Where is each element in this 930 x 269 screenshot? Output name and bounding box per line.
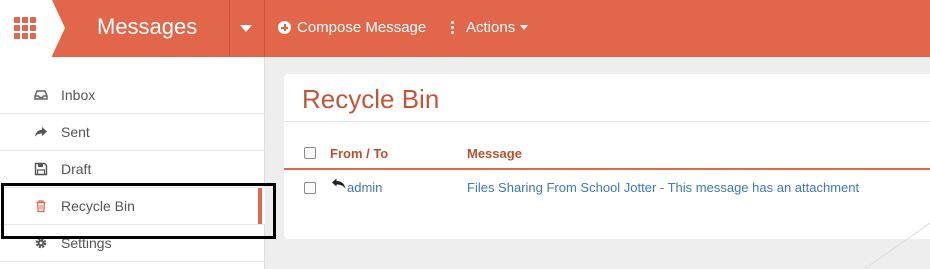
table-row[interactable]: admin Files Sharing From School Jotter -… [284, 174, 930, 202]
compose-message-button[interactable]: Compose Message [278, 19, 426, 36]
column-header-from-to[interactable]: From / To [330, 146, 388, 161]
app-launcher-button[interactable] [0, 0, 52, 57]
selection-highlight [1, 183, 276, 239]
column-header-message[interactable]: Message [467, 146, 522, 161]
sidebar-item-inbox[interactable]: Inbox [0, 77, 265, 114]
launcher-arrow [52, 0, 65, 56]
divider [284, 121, 930, 122]
sidebar-item-label: Draft [61, 161, 92, 177]
app-title: Messages [97, 14, 198, 39]
actions-dropdown-button[interactable]: Actions [451, 19, 529, 36]
reply-icon [332, 178, 346, 189]
sidebar-item-sent[interactable]: Sent [0, 114, 265, 151]
top-navbar: Messages Compose Message Actions [0, 0, 930, 57]
compose-label: Compose Message [297, 19, 427, 36]
messages-panel: Recycle Bin From / To Message admin File… [284, 74, 930, 239]
message-subject-link[interactable]: Files Sharing From School Jotter - This … [467, 180, 859, 195]
sidebar-item-label: Sent [61, 124, 90, 140]
plus-circle-icon [278, 21, 291, 34]
caret-down-icon [240, 25, 252, 32]
divider [264, 0, 265, 57]
message-sender-link[interactable]: admin [347, 180, 382, 195]
ellipsis-vertical-icon [451, 21, 455, 34]
share-icon [35, 127, 47, 137]
select-all-checkbox[interactable] [304, 147, 316, 159]
sidebar-item-label: Inbox [61, 87, 96, 103]
actions-label: Actions [466, 19, 516, 36]
app-menu-dropdown-button[interactable] [229, 0, 264, 57]
row-checkbox[interactable] [304, 182, 316, 194]
inbox-icon [34, 90, 48, 100]
floppy-disk-icon [34, 162, 48, 176]
caret-down-icon [520, 25, 529, 30]
page-title: Recycle Bin [302, 84, 440, 114]
grid-icon [14, 17, 40, 40]
table-header: From / To Message [284, 140, 930, 170]
